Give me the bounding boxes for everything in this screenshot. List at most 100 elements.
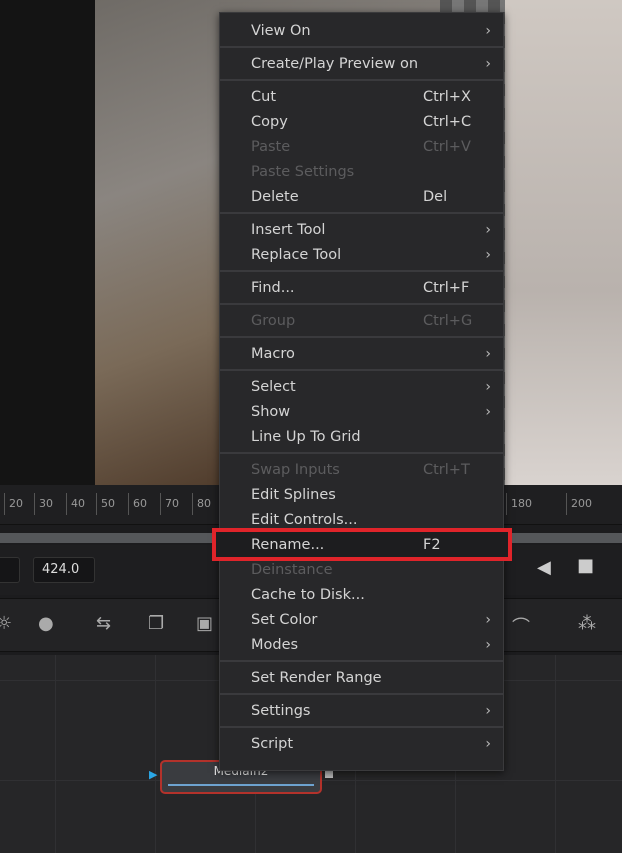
menu-item-label: Replace Tool — [251, 246, 342, 263]
menu-item-set-color[interactable]: Set Color › — [220, 607, 503, 632]
ruler-tick: 200 — [566, 493, 592, 515]
node-output-icon[interactable] — [325, 770, 333, 778]
menu-item-label: Copy — [251, 113, 288, 130]
ruler-tick: 80 — [192, 493, 211, 515]
menu-item-label: Find... — [251, 279, 295, 296]
color-drop-icon[interactable]: ● — [38, 613, 54, 634]
menu-item-settings[interactable]: Settings › — [220, 698, 503, 723]
chevron-right-icon: › — [485, 345, 491, 362]
menu-item-label: Insert Tool — [251, 221, 326, 238]
menu-item-cache-to-disk[interactable]: Cache to Disk... — [220, 582, 503, 607]
menu-item-script[interactable]: Script › — [220, 731, 503, 756]
menu-item-swap-inputs: Swap Inputs Ctrl+T — [220, 457, 503, 482]
chevron-right-icon: › — [485, 221, 491, 238]
menu-separator — [220, 723, 503, 731]
menu-item-label: Paste — [251, 138, 291, 155]
menu-item-copy[interactable]: Copy Ctrl+C — [220, 109, 503, 134]
ruler-tick: 40 — [66, 493, 85, 515]
context-menu: View On › Create/Play Preview on › Cut Ctrl+X… — [212, 12, 512, 771]
menu-item-shortcut: Ctrl+C — [423, 113, 472, 130]
end-frame-field[interactable]: 424.0 — [33, 557, 95, 583]
chevron-right-icon: › — [485, 636, 491, 653]
menu-item-label: Modes — [251, 636, 299, 653]
menu-item-label: Create/Play Preview on — [251, 55, 419, 72]
menu-separator — [220, 333, 503, 341]
mask-icon[interactable]: ▣ — [196, 613, 213, 634]
menu-item-label: Set Render Range — [251, 669, 382, 686]
menu-item-shortcut: F2 — [423, 536, 441, 553]
menu-item-view-on[interactable]: View On › — [220, 18, 503, 43]
chevron-right-icon: › — [485, 735, 491, 752]
menu-separator — [220, 43, 503, 51]
menu-item-label: Select — [251, 378, 296, 395]
menu-item-shortcut: Ctrl+V — [423, 138, 471, 155]
menu-item-paste-settings: Paste Settings — [220, 159, 503, 184]
menu-separator — [220, 267, 503, 275]
menu-item-label: Group — [251, 312, 296, 329]
menu-item-label: Deinstance — [251, 561, 333, 578]
menu-item-label: Edit Splines — [251, 486, 336, 503]
particles-icon[interactable]: ⁂ — [578, 613, 596, 634]
menu-item-create-play-preview-on[interactable]: Create/Play Preview on › — [220, 51, 503, 76]
menu-item-label: Script — [251, 735, 294, 752]
menu-item-line-up-to-grid[interactable]: Line Up To Grid — [220, 424, 503, 449]
chevron-right-icon: › — [485, 55, 491, 72]
menu-item-label: Swap Inputs — [251, 461, 340, 478]
menu-item-label: Show — [251, 403, 291, 420]
menu-item-rename[interactable]: Rename... F2 — [212, 528, 512, 561]
menu-item-edit-controls[interactable]: Edit Controls... — [220, 507, 503, 532]
menu-item-shortcut: Del — [423, 188, 448, 205]
menu-item-find[interactable]: Find... Ctrl+F — [220, 275, 503, 300]
menu-item-group: Group Ctrl+G — [220, 308, 503, 333]
stop-icon[interactable]: ■ — [577, 555, 594, 576]
ruler-tick: 30 — [34, 493, 53, 515]
menu-item-select[interactable]: Select › — [220, 374, 503, 399]
node-input-icon[interactable]: ▶ — [149, 768, 157, 781]
menu-item-label: Edit Controls... — [251, 511, 358, 528]
menu-item-set-render-range[interactable]: Set Render Range — [220, 665, 503, 690]
menu-item-shortcut: Ctrl+T — [423, 461, 470, 478]
start-frame-field[interactable] — [0, 557, 20, 583]
menu-item-shortcut: Ctrl+G — [423, 312, 473, 329]
transform-icon[interactable]: ⇆ — [96, 613, 111, 634]
menu-separator — [220, 690, 503, 698]
menu-item-label: Cache to Disk... — [251, 586, 365, 603]
chevron-right-icon: › — [485, 246, 491, 263]
menu-item-label: Settings — [251, 702, 311, 719]
menu-item-label: Rename... — [251, 536, 325, 553]
menu-separator — [220, 657, 503, 665]
menu-item-replace-tool[interactable]: Replace Tool › — [220, 242, 503, 267]
menu-separator — [220, 76, 503, 84]
menu-item-paste: Paste Ctrl+V — [220, 134, 503, 159]
brightness-icon[interactable]: ☼ — [0, 613, 12, 634]
menu-item-label: Set Color — [251, 611, 318, 628]
menu-item-modes[interactable]: Modes › — [220, 632, 503, 657]
menu-separator — [220, 366, 503, 374]
menu-item-cut[interactable]: Cut Ctrl+X — [220, 84, 503, 109]
chevron-right-icon: › — [485, 702, 491, 719]
ruler-tick: 60 — [128, 493, 147, 515]
menu-item-label: Cut — [251, 88, 276, 105]
merge-icon[interactable]: ❐ — [148, 613, 164, 634]
menu-item-show[interactable]: Show › — [220, 399, 503, 424]
menu-item-insert-tool[interactable]: Insert Tool › — [220, 217, 503, 242]
menu-separator — [220, 449, 503, 457]
menu-item-deinstance: Deinstance — [220, 557, 503, 582]
ruler-tick: 70 — [160, 493, 179, 515]
menu-item-shortcut: Ctrl+X — [423, 88, 471, 105]
video-highlight-region — [505, 0, 622, 485]
menu-item-label: Delete — [251, 188, 299, 205]
menu-item-edit-splines[interactable]: Edit Splines — [220, 482, 503, 507]
chevron-right-icon: › — [485, 22, 491, 39]
menu-item-label: View On — [251, 22, 311, 39]
play-reverse-icon[interactable]: ◀ — [537, 557, 551, 578]
menu-item-label: Macro — [251, 345, 295, 362]
polygon-icon[interactable]: ⌒ — [512, 613, 530, 639]
ruler-tick: 180 — [506, 493, 532, 515]
node-bar — [168, 784, 314, 786]
menu-item-shortcut: Ctrl+F — [423, 279, 470, 296]
menu-separator — [220, 300, 503, 308]
menu-item-macro[interactable]: Macro › — [220, 341, 503, 366]
menu-item-delete[interactable]: Delete Del — [220, 184, 503, 209]
menu-item-label: Line Up To Grid — [251, 428, 361, 445]
